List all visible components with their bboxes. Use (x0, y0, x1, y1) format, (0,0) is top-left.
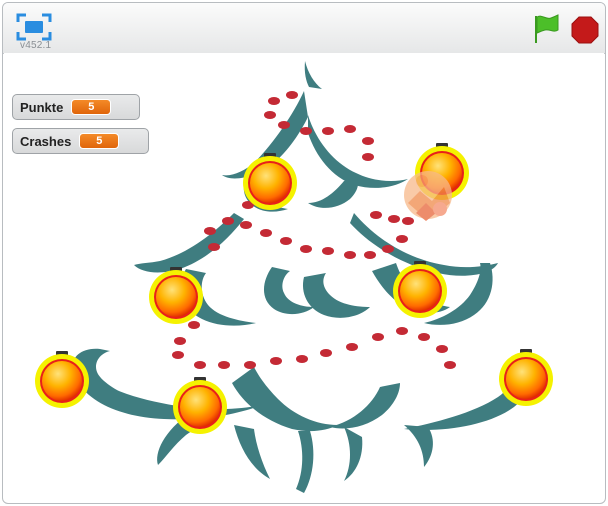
fullscreen-button[interactable] (16, 13, 52, 41)
stop-sign-icon (571, 16, 599, 44)
version-label: v452.1 (20, 40, 52, 51)
variable-label: Punkte (20, 99, 64, 115)
christmas-tree (72, 61, 531, 493)
ornament-6 (173, 377, 227, 434)
crash-burst-sprite (404, 171, 452, 221)
variable-value: 5 (79, 133, 120, 149)
stop-button[interactable] (571, 16, 599, 44)
scratch-player: v452.1 Punkte 5 Crashes 5 (2, 2, 606, 504)
player-toolbar: v452.1 (3, 3, 605, 54)
variable-value: 5 (71, 99, 112, 115)
ornament-7 (499, 349, 553, 406)
ornament-1 (243, 153, 297, 210)
green-flag-button[interactable] (531, 13, 561, 45)
variable-monitor-punkte[interactable]: Punkte 5 (12, 94, 140, 120)
variable-label: Crashes (20, 133, 72, 149)
variable-monitor-crashes[interactable]: Crashes 5 (12, 128, 149, 154)
stage[interactable]: Punkte 5 Crashes 5 (4, 53, 604, 501)
stage-backdrop (35, 61, 553, 493)
fullscreen-icon (16, 13, 52, 41)
green-flag-icon (535, 14, 559, 43)
